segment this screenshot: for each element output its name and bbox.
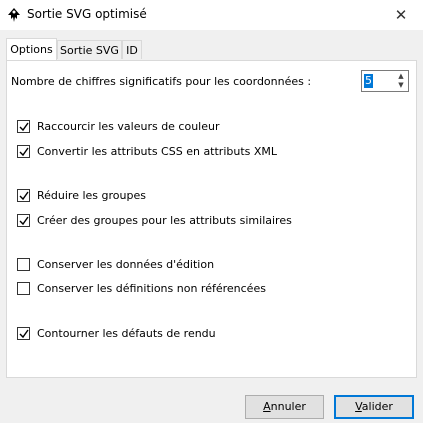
checkbox-label: Raccourcir les valeurs de couleur xyxy=(37,120,220,133)
check-icon xyxy=(19,122,29,132)
ok-button[interactable]: Valider xyxy=(334,395,414,419)
spin-up-icon[interactable]: ▲ xyxy=(395,72,407,81)
tab-options[interactable]: Options xyxy=(6,38,57,60)
cancel-button[interactable]: Annuler xyxy=(245,395,324,419)
ok-label-rest: alider xyxy=(361,400,393,413)
spin-down-icon[interactable]: ▼ xyxy=(395,81,407,90)
check-icon xyxy=(19,147,29,157)
checkbox-box[interactable] xyxy=(17,327,30,340)
checkbox-label: Convertir les attributs CSS en attributs… xyxy=(37,145,278,158)
checkbox-box[interactable] xyxy=(17,214,30,227)
checkbox-box[interactable] xyxy=(17,120,30,133)
check-icon xyxy=(19,191,29,201)
check-icon xyxy=(19,329,29,339)
checkbox-label: Réduire les groupes xyxy=(37,189,146,202)
tab-sortie-svg[interactable]: Sortie SVG xyxy=(57,40,122,59)
precision-value[interactable]: 5 xyxy=(364,74,373,88)
title-bar: Sortie SVG optimisé ✕ xyxy=(0,0,423,30)
checkbox-box[interactable] xyxy=(17,189,30,202)
window-title: Sortie SVG optimisé xyxy=(27,7,147,21)
close-icon[interactable]: ✕ xyxy=(379,0,423,30)
tab-id[interactable]: ID xyxy=(122,40,142,59)
cancel-label-rest: nnuler xyxy=(270,400,306,413)
precision-spinbox[interactable]: 5 ▲ ▼ xyxy=(361,70,409,92)
options-panel: Nombre de chiffres significatifs pour le… xyxy=(6,60,417,378)
checkbox-label: Créer des groupes pour les attributs sim… xyxy=(37,214,292,227)
checkbox-box[interactable] xyxy=(17,145,30,158)
ok-mnemonic: V xyxy=(355,400,362,413)
checkbox-label: Conserver les définitions non référencée… xyxy=(37,282,266,295)
cancel-mnemonic: A xyxy=(263,400,271,413)
checkbox-box[interactable] xyxy=(17,258,30,271)
inkscape-icon xyxy=(6,7,22,23)
checkbox-label: Contourner les défauts de rendu xyxy=(37,327,216,340)
check-icon xyxy=(19,216,29,226)
precision-label: Nombre de chiffres significatifs pour le… xyxy=(11,75,312,88)
checkbox-box[interactable] xyxy=(17,282,30,295)
checkbox-label: Conserver les données d'édition xyxy=(37,258,215,271)
